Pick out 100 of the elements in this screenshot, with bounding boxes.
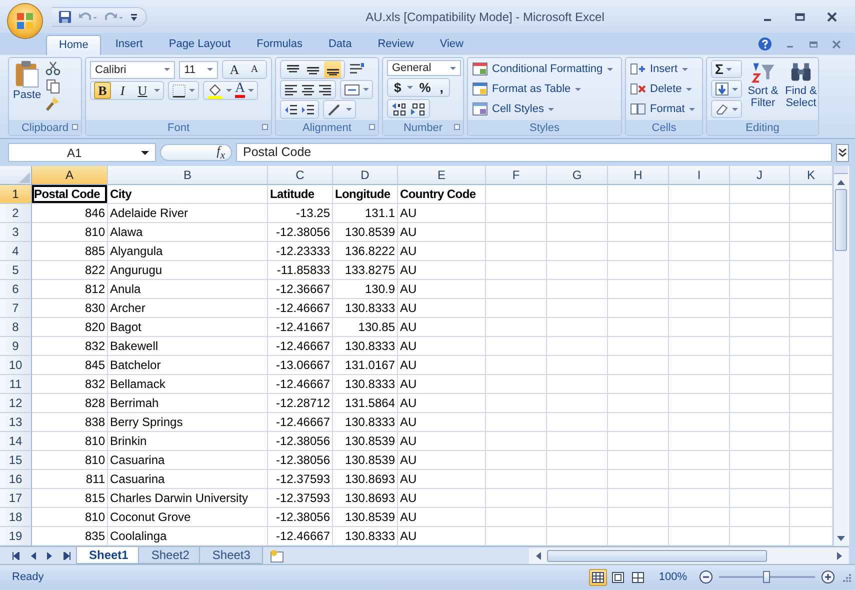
- cells-button[interactable]: Format: [630, 100, 698, 118]
- vertical-align-button[interactable]: [324, 61, 341, 78]
- scroll-right-icon[interactable]: [837, 552, 843, 560]
- name-box[interactable]: A1: [8, 143, 156, 162]
- scroll-thumb[interactable]: [547, 550, 767, 562]
- restore-icon[interactable]: [809, 40, 818, 48]
- help-icon[interactable]: [758, 37, 772, 51]
- row-header[interactable]: 9: [0, 337, 32, 356]
- sheet-nav-icon[interactable]: [46, 552, 54, 560]
- font-style-button[interactable]: B: [94, 82, 111, 99]
- row-header[interactable]: 11: [0, 375, 32, 394]
- dialog-launcher-icon[interactable]: [72, 124, 78, 130]
- comma-button[interactable]: ,: [436, 80, 446, 95]
- column-header[interactable]: J: [730, 166, 790, 185]
- column-header[interactable]: D: [333, 166, 398, 185]
- sheet-tab[interactable]: Sheet3: [199, 547, 264, 564]
- ribbon-tab[interactable]: Review: [366, 35, 426, 55]
- view-button[interactable]: [588, 568, 607, 586]
- font-family-dropdown[interactable]: Calibri: [90, 60, 176, 78]
- editing-button[interactable]: Sort & Filter: [746, 60, 780, 118]
- column-header[interactable]: E: [398, 166, 486, 185]
- customize-icon[interactable]: [130, 12, 138, 22]
- cells-button[interactable]: Insert: [630, 60, 698, 78]
- column-header[interactable]: F: [486, 166, 547, 185]
- new-sheet-icon[interactable]: [269, 548, 286, 562]
- editing-button[interactable]: Find & Select: [784, 60, 818, 118]
- ribbon-tab[interactable]: Home: [46, 35, 102, 55]
- ribbon-tab[interactable]: Page Layout: [156, 35, 243, 55]
- zoom-level[interactable]: 100%: [652, 571, 693, 583]
- insert-function-button[interactable]: f$_{x}$: [160, 144, 232, 161]
- ribbon-tab[interactable]: Data: [316, 35, 364, 55]
- borders-icon[interactable]: [172, 84, 186, 98]
- dialog-launcher-icon[interactable]: [369, 124, 375, 130]
- row-header[interactable]: 15: [0, 451, 32, 470]
- scroll-left-icon[interactable]: [535, 552, 541, 560]
- column-header[interactable]: K: [790, 166, 833, 185]
- merge-cells-icon[interactable]: [344, 84, 360, 96]
- fill-down-icon[interactable]: [715, 82, 729, 96]
- ribbon-tab[interactable]: View: [428, 35, 476, 55]
- styles-button[interactable]: Format as Table: [472, 80, 617, 98]
- increase-indent-icon[interactable]: [301, 104, 315, 116]
- grow-font-button[interactable]: A: [226, 61, 243, 78]
- percent-button[interactable]: %: [416, 80, 434, 95]
- zoom-slider[interactable]: [719, 570, 815, 584]
- row-header[interactable]: 18: [0, 508, 32, 527]
- column-header[interactable]: A: [32, 166, 108, 185]
- column-header[interactable]: H: [608, 166, 669, 185]
- zoom-out-icon[interactable]: [699, 570, 713, 584]
- shrink-font-button[interactable]: A: [246, 61, 263, 78]
- fill-color-icon[interactable]: [207, 82, 223, 98]
- row-header[interactable]: 17: [0, 489, 32, 508]
- font-style-button[interactable]: U: [134, 82, 151, 99]
- align-text-icon[interactable]: [318, 84, 332, 96]
- column-header[interactable]: G: [547, 166, 608, 185]
- dialog-launcher-icon[interactable]: [454, 124, 460, 130]
- close-icon[interactable]: [827, 12, 837, 22]
- brush-icon[interactable]: [45, 96, 62, 112]
- scissors-icon[interactable]: [45, 60, 62, 76]
- align-text-icon[interactable]: [301, 84, 315, 96]
- font-size-dropdown[interactable]: 11: [179, 60, 218, 78]
- ribbon-tab[interactable]: Insert: [103, 35, 155, 55]
- row-header[interactable]: 5: [0, 261, 32, 280]
- row-header[interactable]: 12: [0, 394, 32, 413]
- ribbon-tab[interactable]: Formulas: [244, 35, 314, 55]
- copy-icon[interactable]: [45, 78, 62, 94]
- font-style-button[interactable]: I: [114, 82, 131, 99]
- row-header[interactable]: 19: [0, 527, 32, 546]
- caret-icon[interactable]: [141, 150, 149, 154]
- row-header[interactable]: 7: [0, 299, 32, 318]
- scroll-down-icon[interactable]: [837, 536, 845, 542]
- vertical-scrollbar[interactable]: [833, 166, 848, 546]
- row-header[interactable]: 8: [0, 318, 32, 337]
- column-header[interactable]: I: [669, 166, 730, 185]
- maximize-icon[interactable]: [795, 12, 805, 22]
- row-header[interactable]: 14: [0, 432, 32, 451]
- row-header[interactable]: 13: [0, 413, 32, 432]
- column-header[interactable]: B: [108, 166, 268, 185]
- zoom-in-icon[interactable]: [821, 570, 835, 584]
- office-button[interactable]: [8, 4, 42, 38]
- formula-field[interactable]: Postal Code: [236, 143, 832, 162]
- horizontal-scrollbar[interactable]: [529, 548, 849, 564]
- number-format-dropdown[interactable]: General: [387, 60, 461, 76]
- eraser-icon[interactable]: [715, 103, 729, 115]
- row-header[interactable]: 6: [0, 280, 32, 299]
- paste-button[interactable]: Paste: [13, 60, 42, 118]
- scroll-thumb[interactable]: [835, 189, 847, 251]
- decrease-decimal-icon[interactable]: [410, 102, 426, 116]
- save-icon[interactable]: [58, 10, 72, 24]
- row-header[interactable]: 2: [0, 204, 32, 223]
- sheet-nav-icon[interactable]: [63, 552, 71, 560]
- row-header[interactable]: 1: [0, 185, 32, 204]
- styles-button[interactable]: Conditional Formatting: [472, 60, 617, 78]
- currency-button[interactable]: $: [391, 80, 404, 95]
- styles-button[interactable]: Cell Styles: [472, 100, 617, 118]
- dialog-launcher-icon[interactable]: [262, 124, 268, 130]
- zoom-slider-thumb[interactable]: [763, 571, 770, 583]
- expand-icon[interactable]: [836, 144, 849, 162]
- row-header[interactable]: 3: [0, 223, 32, 242]
- sheet-nav-icon[interactable]: [12, 552, 20, 560]
- align-text-icon[interactable]: [284, 84, 298, 96]
